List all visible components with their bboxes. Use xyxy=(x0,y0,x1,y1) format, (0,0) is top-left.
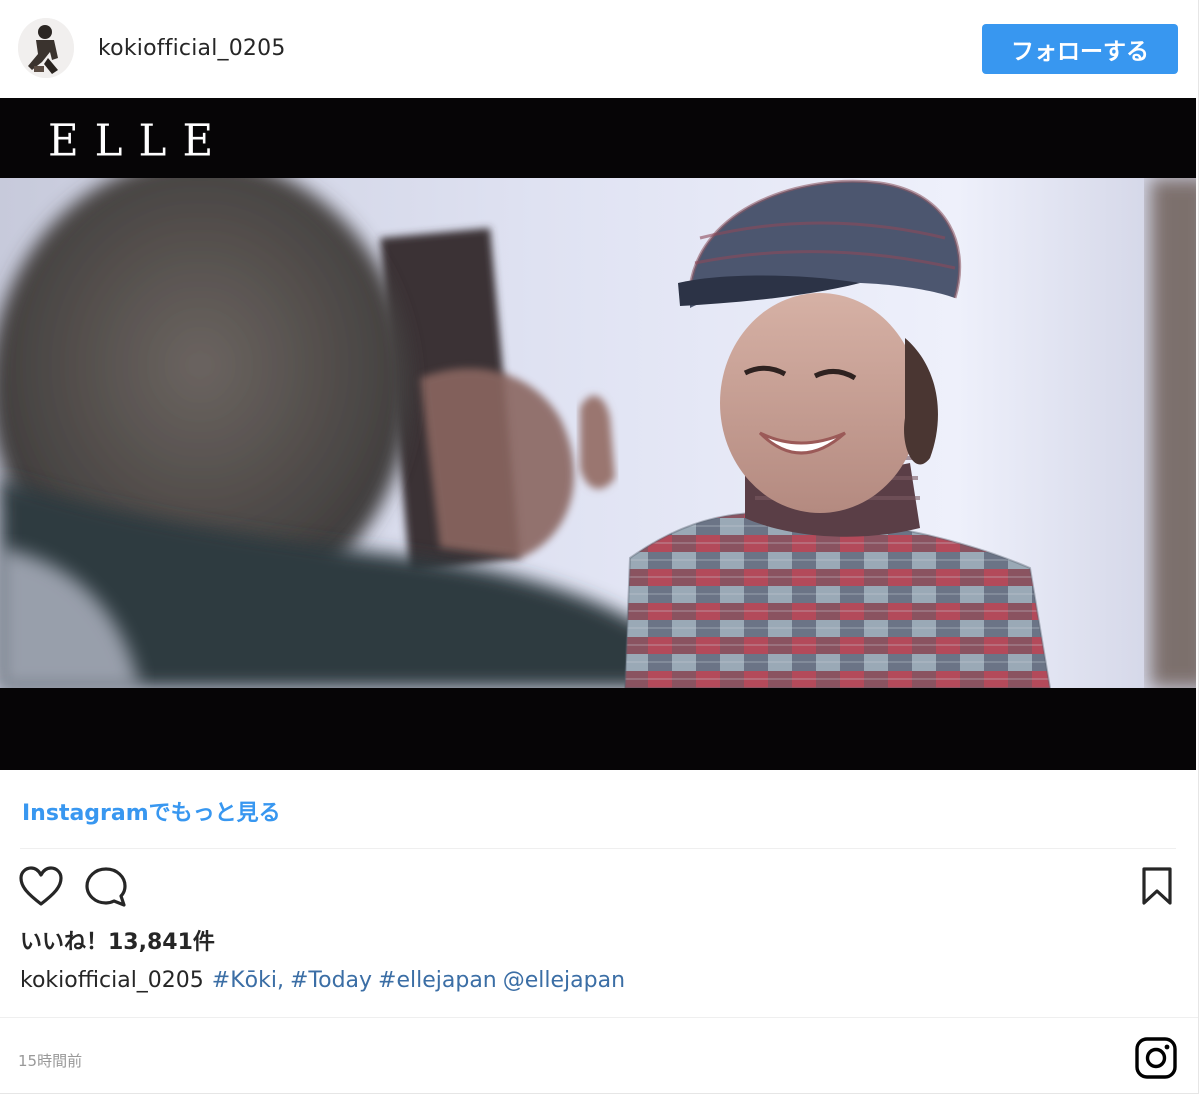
post-header: kokiofficial_0205 フォローする xyxy=(0,0,1198,98)
caption-username[interactable]: kokiofficial_0205 xyxy=(20,968,204,993)
mention-ellejapan[interactable]: @ellejapan xyxy=(503,968,625,993)
post-caption: kokiofficial_0205 #Kōki, #Today #ellejapan @… xyxy=(20,968,631,993)
elle-logo: ELLE xyxy=(48,114,230,167)
avatar[interactable] xyxy=(18,18,74,78)
bookmark-icon[interactable] xyxy=(1140,866,1174,906)
hashtag-today[interactable]: #Today xyxy=(290,968,372,993)
video-frame xyxy=(0,178,1196,688)
divider xyxy=(0,1017,1198,1018)
avatar-image xyxy=(18,18,74,78)
hashtag-koki[interactable]: #Kōki, xyxy=(212,968,284,993)
view-more-on-instagram-link[interactable]: Instagramでもっと見る xyxy=(22,795,281,827)
likes-count[interactable]: いいね！13,841件 xyxy=(20,924,215,956)
instagram-logo-icon[interactable] xyxy=(1134,1036,1178,1080)
instagram-embed-card: kokiofficial_0205 フォローする ELLE Instagramで… xyxy=(0,0,1199,1094)
heart-icon[interactable] xyxy=(18,866,64,908)
post-username[interactable]: kokiofficial_0205 xyxy=(98,36,286,61)
follow-button[interactable]: フォローする xyxy=(982,24,1178,74)
divider xyxy=(20,848,1176,849)
hashtag-ellejapan[interactable]: #ellejapan xyxy=(378,968,497,993)
post-media[interactable]: ELLE xyxy=(0,98,1196,770)
comment-icon[interactable] xyxy=(84,866,128,908)
post-timestamp[interactable]: 15時間前 xyxy=(18,1050,82,1071)
